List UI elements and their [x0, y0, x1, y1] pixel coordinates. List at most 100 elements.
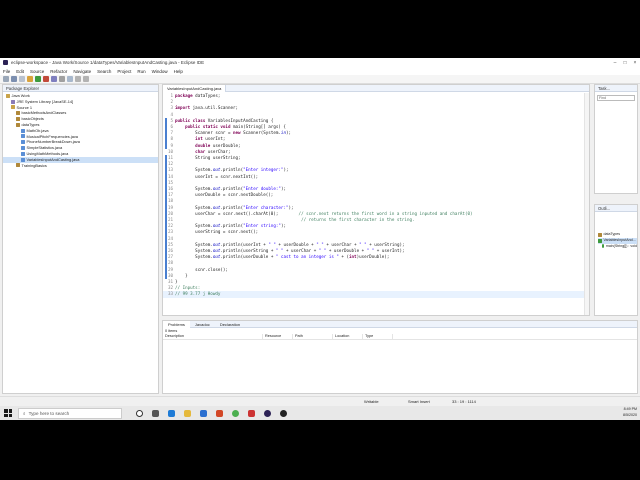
- find-input[interactable]: Find: [597, 95, 635, 101]
- menu-edit[interactable]: Edit: [16, 69, 24, 74]
- java-file-icon: [21, 128, 25, 133]
- code-text: }: [175, 279, 178, 284]
- status-cursor-position: 33 : 19 : 1114: [452, 399, 476, 404]
- taskbar-search-placeholder: Type here to search: [28, 410, 70, 416]
- task-list-tab[interactable]: Task...: [595, 85, 637, 92]
- new-java-class-icon[interactable]: [51, 76, 57, 82]
- status-bar: Writable Smart Insert 33 : 19 : 1114: [0, 396, 640, 406]
- column-resource[interactable]: Resource: [263, 334, 293, 339]
- package-explorer-tab[interactable]: Package Explorer: [3, 85, 158, 92]
- minimize-button[interactable]: –: [610, 60, 620, 66]
- code-area[interactable]: 1 package dataTypes; 2 3 import java.util.Sc…: [163, 93, 589, 315]
- store-icon[interactable]: [200, 409, 207, 417]
- column-location[interactable]: Location: [333, 334, 363, 339]
- menu-search[interactable]: Search: [97, 69, 111, 74]
- menu-project[interactable]: Project: [117, 69, 131, 74]
- code-text: package dataTypes;: [175, 93, 221, 98]
- package-tree: Java Work JRE System Library [JavaSE-14] S…: [3, 92, 158, 168]
- letterbox-bottom: [0, 420, 640, 480]
- tab-javadoc[interactable]: Javadoc: [190, 322, 215, 327]
- outline-panel: Outli... dataTypes VariablesInputAnd... …: [594, 204, 638, 316]
- clock-date: 8/5/2020: [623, 412, 637, 417]
- menu-window[interactable]: Window: [152, 69, 168, 74]
- line-number: 33: [167, 291, 173, 297]
- java-file-icon: [21, 151, 25, 156]
- code-text: System.out.println(userString + " " + us…: [175, 248, 405, 253]
- chrome-icon[interactable]: [232, 409, 239, 417]
- code-text: userDouble = scnr.nextDouble();: [175, 192, 274, 198]
- folder-icon: [6, 93, 10, 98]
- taskbar-search-input[interactable]: ⌕ Type here to search: [18, 407, 122, 419]
- tree-item[interactable]: TrainingBasics: [3, 163, 158, 169]
- column-type[interactable]: Type: [363, 334, 393, 339]
- task-list-label: Task...: [598, 85, 611, 91]
- folder-icon: [11, 99, 15, 104]
- folder-icon: [16, 163, 20, 168]
- outline-tab[interactable]: Outli...: [595, 205, 637, 212]
- menu-run[interactable]: Run: [137, 69, 145, 74]
- edge-icon[interactable]: [168, 409, 175, 417]
- code-text: double userDouble;: [195, 142, 241, 148]
- column-description[interactable]: Description: [163, 334, 263, 339]
- task-view-icon[interactable]: [152, 409, 159, 417]
- code-text: public static void main(String[] args) {: [185, 124, 286, 129]
- code-text: userString = scnr.next();: [175, 229, 259, 235]
- code-text: System.out.println("Enter string:");: [175, 223, 286, 229]
- folder-icon: [16, 122, 20, 127]
- code-text: System.out.println("Enter integer:");: [175, 167, 289, 173]
- external-tools-icon[interactable]: [43, 76, 49, 82]
- save-icon[interactable]: [11, 76, 17, 82]
- editor-tab-file[interactable]: VariablesInputAndCasting.java: [163, 84, 227, 92]
- windows-start-icon[interactable]: [3, 408, 13, 418]
- tab-declaration[interactable]: Declaration: [215, 322, 245, 327]
- maximize-button[interactable]: □: [620, 60, 630, 66]
- code-text: int userInt;: [195, 136, 226, 142]
- menu-navigate[interactable]: Navigate: [73, 69, 91, 74]
- print-icon[interactable]: [19, 76, 25, 82]
- java-file-icon: [21, 140, 25, 145]
- new-icon[interactable]: [3, 76, 9, 82]
- close-button[interactable]: ×: [630, 60, 640, 66]
- column-path[interactable]: Path: [293, 334, 333, 339]
- method-icon: [602, 244, 605, 249]
- office-icon[interactable]: [216, 409, 223, 417]
- code-text: System.out.println("Enter double:");: [175, 186, 286, 191]
- tab-problems[interactable]: Problems: [163, 320, 190, 328]
- system-clock[interactable]: 8:49 PM 8/5/2020: [623, 407, 637, 418]
- search-icon[interactable]: [67, 76, 73, 82]
- eclipse-taskbar-icon[interactable]: [264, 409, 271, 417]
- package-explorer-panel: Package Explorer Java Work JRE System Lib…: [2, 84, 159, 394]
- forward-icon[interactable]: [83, 76, 89, 82]
- java-file-icon: [21, 146, 25, 151]
- menu-source[interactable]: Source: [30, 69, 44, 74]
- app-icon[interactable]: [248, 409, 255, 417]
- search-icon: ⌕: [23, 410, 26, 416]
- outline-item[interactable]: main(String[]) : void: [598, 244, 637, 250]
- menu-help[interactable]: Help: [174, 69, 183, 74]
- code-text: Scanner scnr = new Scanner(System.in);: [175, 130, 292, 136]
- debug-icon[interactable]: [27, 76, 33, 82]
- run-icon[interactable]: [35, 76, 41, 82]
- status-writable: Writable: [364, 399, 379, 404]
- editor-tab-label: VariablesInputAndCasting.java: [167, 85, 222, 91]
- menu-file[interactable]: File: [3, 69, 10, 74]
- code-text: // 99 3.77 j Howdy: [175, 291, 221, 297]
- letterbox-top: [0, 0, 640, 58]
- code-editor: VariablesInputAndCasting.java 1 package d…: [162, 84, 590, 316]
- open-type-icon[interactable]: [59, 76, 65, 82]
- folder-icon: [16, 117, 20, 122]
- editor-scrollbar[interactable]: [584, 93, 589, 315]
- bottom-tabs: Problems Javadoc Declaration: [163, 320, 637, 328]
- java-file-icon: [21, 134, 25, 139]
- eclipse-icon: [3, 60, 8, 65]
- code-text: System.out.println(userDouble + " cast t…: [175, 254, 390, 260]
- file-explorer-icon[interactable]: [184, 409, 191, 417]
- menu-refactor[interactable]: Refactor: [50, 69, 67, 74]
- obs-icon[interactable]: [280, 409, 287, 417]
- code-line[interactable]: 33// 99 3.77 j Howdy: [163, 291, 589, 298]
- back-icon[interactable]: [75, 76, 81, 82]
- code-text: userInt = scnr.nextInt();: [175, 173, 259, 179]
- cortana-icon[interactable]: [136, 409, 143, 417]
- title-bar: eclipse-workspace - Java Work/Source 1/d…: [0, 58, 640, 67]
- clock-time: 8:49 PM: [623, 407, 637, 411]
